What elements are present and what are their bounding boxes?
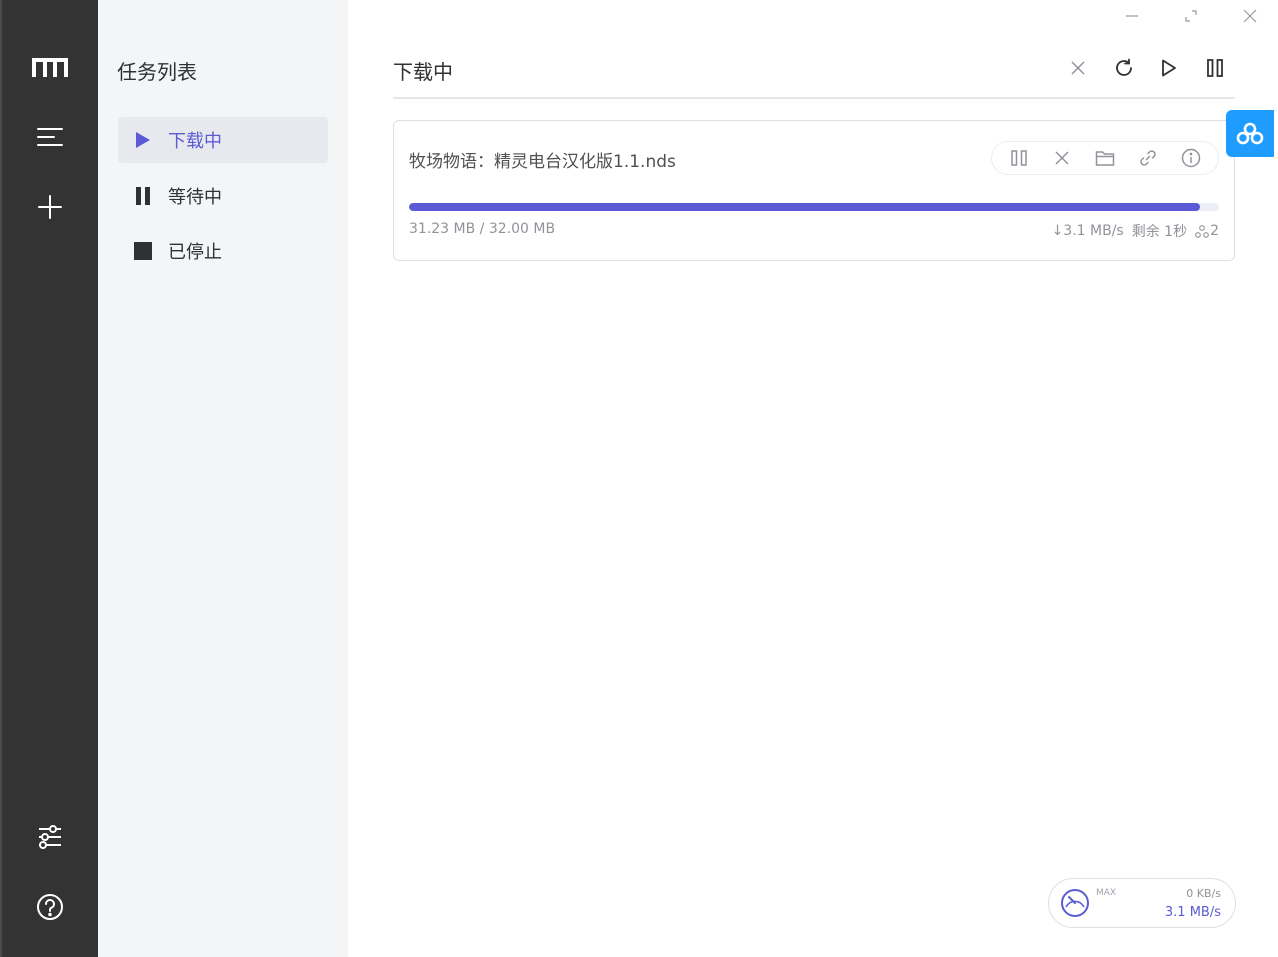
task-list-panel: 任务列表 下载中 等待中 已停止 <box>98 0 348 957</box>
task-speed: ↓3.1 MB/s <box>1051 223 1124 239</box>
speedometer-icon <box>1061 889 1089 917</box>
download-speed: 3.1 MB/s <box>1164 905 1221 920</box>
speed-max-label: MAX <box>1096 888 1117 898</box>
task-info-button[interactable] <box>1177 144 1205 172</box>
nav-item-stopped[interactable]: 已停止 <box>118 228 328 274</box>
refresh-button[interactable] <box>1110 54 1138 82</box>
sidebar-rail <box>0 0 98 957</box>
nav-item-label: 已停止 <box>168 242 222 263</box>
close-icon <box>1243 9 1257 23</box>
cloud-icon <box>1236 122 1264 144</box>
clear-icon <box>1071 61 1085 75</box>
pause-all-button[interactable] <box>1201 54 1229 82</box>
task-progress-fill <box>409 203 1200 211</box>
page-title: 下载中 <box>393 60 453 84</box>
folder-icon <box>1095 151 1115 166</box>
minimize-icon <box>1126 15 1138 17</box>
task-link-button[interactable] <box>1134 144 1162 172</box>
close-icon <box>1055 151 1069 165</box>
task-connections-count: 2 <box>1210 223 1219 239</box>
header-divider <box>393 97 1235 99</box>
menu-icon[interactable] <box>27 117 73 157</box>
logo-m-icon[interactable] <box>27 47 73 87</box>
pause-icon <box>118 187 168 205</box>
close-window-button[interactable] <box>1237 4 1263 28</box>
pause-all-icon <box>1207 59 1223 77</box>
task-list-title: 任务列表 <box>117 60 197 84</box>
task-delete-button[interactable] <box>1048 144 1076 172</box>
help-icon[interactable] <box>27 887 73 927</box>
info-icon <box>1181 148 1200 168</box>
app-window: 任务列表 下载中 等待中 已停止 下载中 牧场物语：精灵电台汉化版1.1.nds… <box>0 0 1278 957</box>
task-folder-button[interactable] <box>1091 144 1119 172</box>
maximize-icon <box>1185 10 1197 22</box>
task-progress-bar <box>409 203 1219 211</box>
nav-item-downloading[interactable]: 下载中 <box>118 117 328 163</box>
task-stats: ↓3.1 MB/s 剩余 1秒 2 <box>1052 221 1219 241</box>
task-remaining: 剩余 1秒 <box>1131 224 1188 240</box>
settings-sliders-icon[interactable] <box>27 817 73 857</box>
minimize-button[interactable] <box>1119 4 1145 28</box>
stop-icon <box>118 242 168 260</box>
nav-item-label: 等待中 <box>168 187 222 208</box>
task-card[interactable]: 牧场物语：精灵电台汉化版1.1.nds 31.23 MB / 32.00 MB … <box>393 120 1235 261</box>
task-filename: 牧场物语：精灵电台汉化版1.1.nds <box>409 152 676 172</box>
refresh-icon <box>1116 58 1132 76</box>
link-icon <box>1140 150 1156 166</box>
upload-speed: 0 KB/s <box>1186 887 1221 900</box>
cloud-float-button[interactable] <box>1226 110 1274 157</box>
resume-all-icon <box>1162 59 1176 77</box>
resume-all-button[interactable] <box>1155 54 1183 82</box>
play-icon <box>118 131 168 149</box>
maximize-button[interactable] <box>1178 4 1204 28</box>
task-actions <box>991 141 1219 175</box>
speedometer-widget[interactable]: MAX 0 KB/s 3.1 MB/s <box>1048 878 1236 928</box>
main-content: 下载中 牧场物语：精灵电台汉化版1.1.nds 31.23 MB / 32.00… <box>348 0 1278 957</box>
task-pause-button[interactable] <box>1005 144 1033 172</box>
pause-icon <box>1011 150 1028 166</box>
task-connections: 2 <box>1195 223 1219 239</box>
nav-item-label: 下载中 <box>168 131 222 152</box>
task-size: 31.23 MB / 32.00 MB <box>409 221 556 237</box>
plus-icon[interactable] <box>27 187 73 227</box>
connections-icon <box>1195 224 1209 238</box>
nav-item-waiting[interactable]: 等待中 <box>118 173 328 219</box>
clear-button[interactable] <box>1064 54 1092 82</box>
